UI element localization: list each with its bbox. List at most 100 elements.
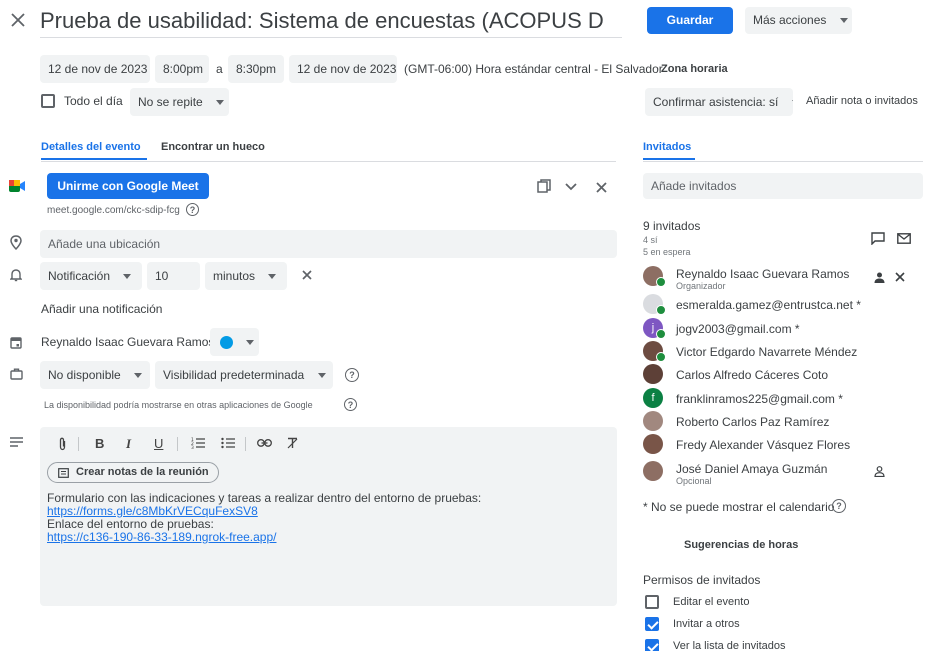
permission-label: Editar el evento <box>673 596 750 608</box>
end-time-picker[interactable]: 8:30pm <box>228 55 284 83</box>
guest-name: José Daniel Amaya Guzmán <box>676 462 828 476</box>
optional-person-icon[interactable] <box>873 465 885 477</box>
join-meet-button[interactable]: Unirme con Google Meet <box>47 173 209 199</box>
repeat-select[interactable]: No se repite <box>130 88 229 116</box>
description-icon <box>9 436 23 448</box>
remove-meet-icon[interactable] <box>593 179 609 195</box>
add-guests-input[interactable]: Añade invitados <box>643 173 923 199</box>
guests-divider <box>643 161 923 162</box>
start-date-picker[interactable]: 12 de nov de 2023 <box>40 55 150 83</box>
guest-row[interactable]: Roberto Carlos Paz Ramírez <box>643 409 913 433</box>
availability-help-icon[interactable]: ? <box>344 398 357 411</box>
organizer-person-icon <box>873 271 885 283</box>
notes-icon <box>57 467 69 479</box>
tab-event-details[interactable]: Detalles del evento <box>41 141 141 153</box>
copy-icon[interactable] <box>536 178 552 194</box>
guest-name: Carlos Alfredo Cáceres Coto <box>676 368 829 382</box>
notification-unit-select[interactable]: minutos <box>205 262 287 290</box>
guest-count: 9 invitados <box>643 219 701 233</box>
bold-icon[interactable]: B <box>95 436 104 451</box>
guest-row[interactable]: Fredy Alexander Vásquez Flores <box>643 432 913 456</box>
remove-notification-icon[interactable] <box>300 268 314 282</box>
guest-row[interactable]: esmeralda.gamez@entrustca.net * <box>643 292 913 316</box>
add-guests-placeholder: Añade invitados <box>651 179 737 193</box>
permission-checkbox[interactable] <box>645 639 659 651</box>
link-icon[interactable] <box>256 436 272 450</box>
attachment-icon[interactable] <box>56 436 68 452</box>
permission-checkbox[interactable] <box>645 617 659 631</box>
permissions-title: Permisos de invitados <box>643 573 761 587</box>
meeting-notes-label: Crear notas de la reunión <box>76 466 209 478</box>
all-day-label: Todo el día <box>64 94 123 108</box>
start-time-picker[interactable]: 8:00pm <box>155 55 209 83</box>
location-input[interactable]: Añade una ubicación <box>40 230 617 258</box>
svg-text:3: 3 <box>191 445 194 449</box>
guest-row[interactable]: f franklinramos225@gmail.com * <box>643 386 913 410</box>
meet-link[interactable]: meet.google.com/ckc-sdip-fcg <box>47 205 180 216</box>
bulleted-list-icon[interactable] <box>220 436 235 450</box>
calendar-note-help-icon[interactable]: ? <box>832 499 846 513</box>
clear-formatting-icon[interactable] <box>285 436 300 450</box>
toolbar-divider-3 <box>245 437 246 451</box>
event-title: Prueba de usabilidad: Sistema de encuest… <box>40 8 604 33</box>
rsvp-select[interactable]: Confirmar asistencia: sí <box>645 88 793 116</box>
visibility-select[interactable]: Visibilidad predeterminada <box>155 361 333 389</box>
all-day-checkbox[interactable] <box>41 94 55 108</box>
guest-row[interactable]: Carlos Alfredo Cáceres Coto <box>643 362 913 386</box>
guest-row[interactable]: j jogv2003@gmail.com * <box>643 316 913 340</box>
guest-role: Organizador <box>676 281 726 291</box>
guest-name: franklinramos225@gmail.com * <box>676 392 843 406</box>
calendar-owner: Reynaldo Isaac Guevara Ramos <box>41 335 215 349</box>
toolbar-divider <box>78 437 79 451</box>
notification-unit-value: minutos <box>213 269 256 283</box>
save-button[interactable]: Guardar <box>647 7 733 34</box>
guest-name: esmeralda.gamez@entrustca.net * <box>676 298 861 312</box>
email-icon[interactable] <box>896 230 912 246</box>
timezone-link[interactable]: Zona horaria <box>661 63 728 75</box>
permission-checkbox[interactable] <box>645 595 659 609</box>
time-suggestions-button[interactable]: Sugerencias de horas <box>684 539 798 551</box>
close-icon[interactable] <box>8 10 28 30</box>
notification-type-value: Notificación <box>48 269 111 283</box>
availability-select[interactable]: No disponible <box>40 361 150 389</box>
chat-icon[interactable] <box>870 230 886 246</box>
repeat-value: No se repite <box>138 95 203 109</box>
end-date-picker[interactable]: 12 de nov de 2023 <box>289 55 397 83</box>
accepted-check-icon <box>656 329 666 339</box>
toolbar-divider-2 <box>177 437 178 451</box>
chevron-down-icon[interactable] <box>563 179 579 195</box>
avatar <box>643 461 663 481</box>
calendar-color-select[interactable] <box>210 328 259 356</box>
visibility-help-icon[interactable]: ? <box>345 368 359 382</box>
guest-name: Reynaldo Isaac Guevara Ramos <box>676 267 850 281</box>
notification-type-select[interactable]: Notificación <box>40 262 142 290</box>
calendar-note: * No se puede mostrar el calendario <box>643 500 835 514</box>
permission-label: Invitar a otros <box>673 618 740 630</box>
guest-name: jogv2003@gmail.com * <box>676 322 800 336</box>
timezone-text: (GMT-06:00) Hora estándar central - El S… <box>404 62 663 76</box>
numbered-list-icon[interactable]: 123 <box>190 436 205 450</box>
environment-link[interactable]: https://c136-190-86-33-189.ngrok-free.ap… <box>47 531 481 544</box>
guest-row[interactable]: Victor Edgardo Navarrete Méndez <box>643 339 913 363</box>
notification-amount-input[interactable]: 10 <box>147 262 200 290</box>
avatar: f <box>643 388 663 408</box>
bell-icon <box>9 267 23 283</box>
tab-guests[interactable]: Invitados <box>643 141 691 153</box>
guests-tab-indicator <box>643 158 695 160</box>
calendar-color-dot <box>220 336 233 350</box>
meeting-notes-button[interactable]: Crear notas de la reunión <box>47 462 219 483</box>
guest-role: Opcional <box>676 476 712 486</box>
guest-waiting-count: 5 en espera <box>643 247 691 257</box>
tab-find-slot[interactable]: Encontrar un hueco <box>161 141 265 153</box>
help-icon[interactable]: ? <box>186 203 199 216</box>
more-actions-button[interactable]: Más acciones <box>745 7 852 34</box>
italic-icon[interactable]: I <box>126 436 131 452</box>
visibility-value: Visibilidad predeterminada <box>163 368 305 382</box>
google-meet-icon <box>8 179 26 193</box>
remove-guest-icon[interactable] <box>893 270 906 283</box>
join-meet-label: Unirme con Google Meet <box>57 179 199 193</box>
underline-icon[interactable]: U <box>154 436 163 451</box>
add-note-link[interactable]: Añadir nota o invitados <box>806 95 918 107</box>
event-title-input[interactable]: Prueba de usabilidad: Sistema de encuest… <box>40 4 622 38</box>
add-notification-link[interactable]: Añadir una notificación <box>41 302 162 316</box>
